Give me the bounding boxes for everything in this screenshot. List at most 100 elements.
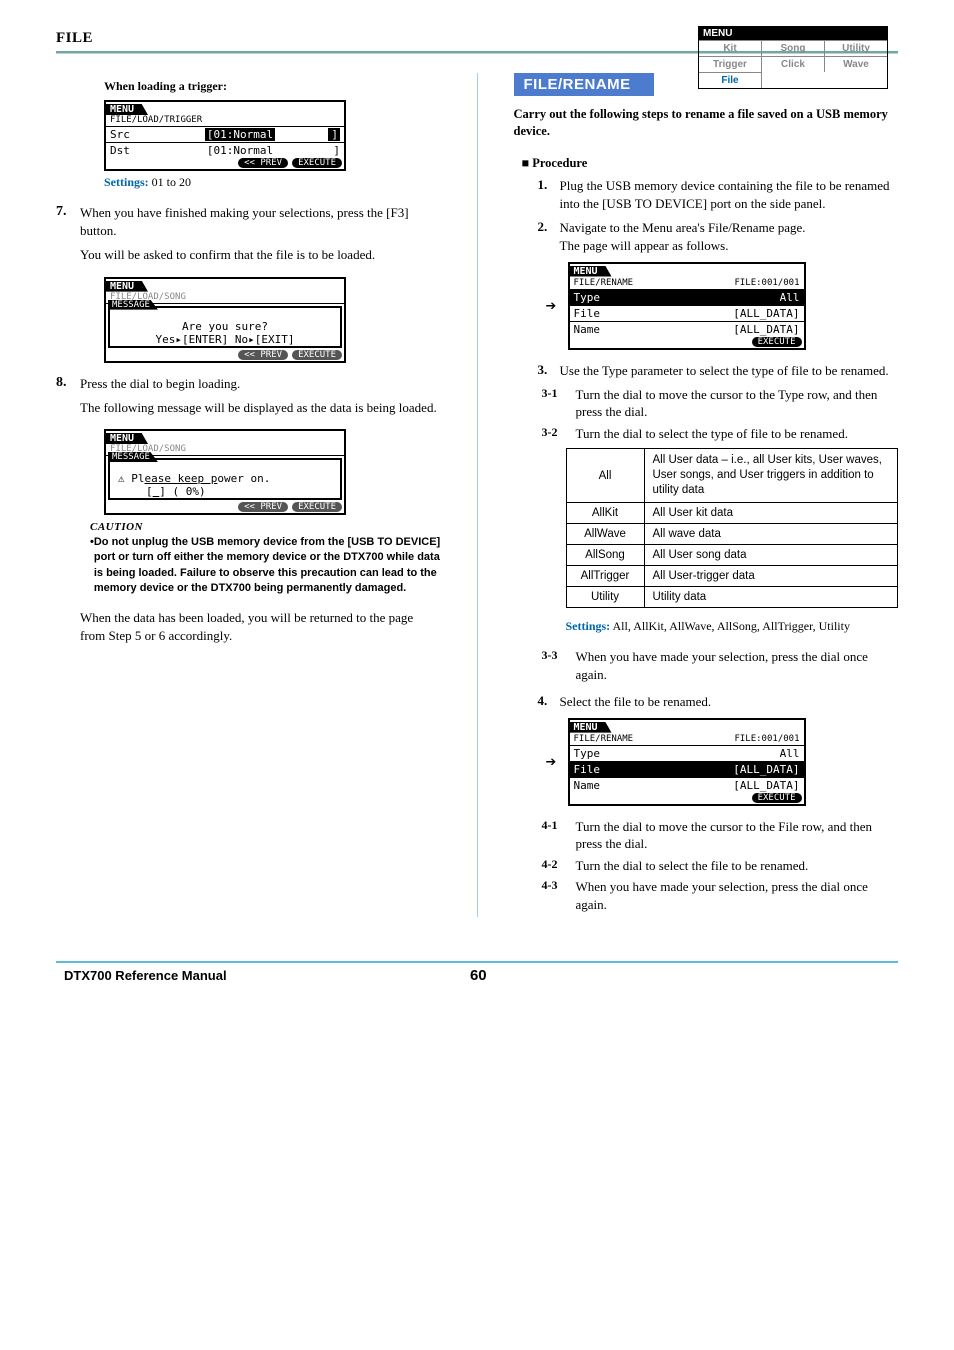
execute-button[interactable]: EXECUTE bbox=[292, 158, 342, 168]
execute-button[interactable]: EXECUTE bbox=[752, 793, 802, 803]
table-val: Utility data bbox=[644, 587, 898, 608]
nav-click[interactable]: Click bbox=[762, 56, 825, 72]
table-row: AllWaveAll wave data bbox=[566, 524, 898, 545]
step-4-num: 4. bbox=[538, 693, 560, 711]
step-4-3-num: 4-3 bbox=[542, 878, 576, 913]
table-key: Utility bbox=[566, 587, 644, 608]
prog-text-c: ower on. bbox=[217, 472, 270, 485]
prev-button[interactable]: << PREV bbox=[238, 502, 288, 512]
execute-button[interactable]: EXECUTE bbox=[292, 350, 342, 360]
step-3-3-num: 3-3 bbox=[542, 648, 576, 683]
nav-kit[interactable]: Kit bbox=[699, 40, 762, 56]
step-4-2-num: 4-2 bbox=[542, 857, 576, 875]
file-value: [ALL_DATA] bbox=[733, 307, 799, 320]
message-tab: MESSAGE bbox=[108, 300, 158, 310]
prev-button[interactable]: << PREV bbox=[238, 158, 288, 168]
step-3-2-num: 3-2 bbox=[542, 425, 576, 443]
step-8-text-a: Press the dial to begin loading. bbox=[80, 375, 441, 393]
prog-text-a: Pl bbox=[131, 472, 144, 485]
step-2-text-b: The page will appear as follows. bbox=[560, 237, 899, 255]
nav-utility[interactable]: Utility bbox=[825, 40, 887, 56]
name-value: [ALL_DATA] bbox=[733, 323, 799, 336]
step-8-text-b: The following message will be displayed … bbox=[80, 399, 441, 417]
step-4-3-text: When you have made your selection, press… bbox=[576, 878, 899, 913]
type-table: AllAll User data – i.e., all User kits, … bbox=[566, 448, 899, 608]
lcd-tab: MENU bbox=[570, 722, 612, 733]
step-7-text-b: You will be asked to confirm that the fi… bbox=[80, 246, 441, 264]
caution-heading: CAUTION bbox=[90, 521, 441, 533]
src-label: Src bbox=[110, 128, 152, 141]
name-label: Name bbox=[574, 323, 616, 336]
src-value: [01:Normal bbox=[205, 128, 275, 141]
table-key: All bbox=[566, 449, 644, 503]
step-3-1-text: Turn the dial to move the cursor to the … bbox=[576, 386, 899, 421]
name-value: [ALL_DATA] bbox=[733, 779, 799, 792]
lcd-tab: MENU bbox=[570, 266, 612, 277]
table-val: All wave data bbox=[644, 524, 898, 545]
lcd-rename-file: ➔ MENU FILE/RENAME FILE:001/001 Type All… bbox=[568, 718, 806, 806]
lcd-path-left: FILE/RENAME bbox=[574, 734, 735, 744]
settings-label: Settings: bbox=[104, 175, 149, 189]
file-label: File bbox=[574, 763, 616, 776]
table-key: AllTrigger bbox=[566, 566, 644, 587]
dst-value: [01:Normal bbox=[152, 144, 328, 157]
confirm-line2: Yes▸[ENTER] No▸[EXIT] bbox=[114, 333, 336, 346]
pointer-icon: ➔ bbox=[546, 751, 557, 772]
step-3-num: 3. bbox=[538, 362, 560, 380]
step-4-1-num: 4-1 bbox=[542, 818, 576, 853]
name-label: Name bbox=[574, 779, 616, 792]
type-value: All bbox=[780, 291, 800, 304]
step-3-1-num: 3-1 bbox=[542, 386, 576, 421]
table-row: AllAll User data – i.e., all User kits, … bbox=[566, 449, 898, 503]
nav-song[interactable]: Song bbox=[762, 40, 825, 56]
step-4-1-text: Turn the dial to move the cursor to the … bbox=[576, 818, 899, 853]
caution-body: Do not unplug the USB memory device from… bbox=[94, 535, 441, 597]
menu-nav-title: MENU bbox=[699, 27, 887, 40]
settings-value: 01 to 20 bbox=[152, 175, 191, 189]
step-8-num: 8. bbox=[56, 375, 80, 423]
lcd-path: FILE/LOAD/TRIGGER bbox=[106, 115, 344, 127]
column-divider bbox=[477, 73, 478, 917]
footer-page: 60 bbox=[470, 967, 487, 984]
prev-button[interactable]: << PREV bbox=[238, 350, 288, 360]
nav-wave[interactable]: Wave bbox=[825, 56, 887, 72]
lcd-confirm: MENU FILE/LOAD/SONG MESSAGE Are you sure… bbox=[104, 277, 346, 363]
nav-file[interactable]: File bbox=[699, 72, 762, 88]
message-tab: MESSAGE bbox=[108, 452, 158, 462]
step-3-3-text: When you have made your selection, press… bbox=[576, 648, 899, 683]
warning-icon: ⚠ bbox=[118, 472, 125, 485]
settings-value: All, AllKit, AllWave, AllSong, AllTrigge… bbox=[613, 619, 850, 633]
subhead-load-trigger: When loading a trigger: bbox=[104, 79, 441, 94]
prog-bar-a: [ bbox=[146, 485, 153, 498]
heading-file-rename: FILE/RENAME bbox=[514, 73, 654, 96]
lcd-path-right: FILE:001/001 bbox=[734, 734, 799, 744]
settings-block: Settings: All, AllKit, AllWave, AllSong,… bbox=[566, 618, 899, 634]
pointer-icon: ➔ bbox=[546, 295, 557, 316]
type-label: Type bbox=[574, 747, 616, 760]
step-4-text: Select the file to be renamed. bbox=[560, 693, 899, 711]
execute-button[interactable]: EXECUTE bbox=[292, 502, 342, 512]
prog-bar-c: ] ( 0%) bbox=[159, 485, 205, 498]
execute-button[interactable]: EXECUTE bbox=[752, 337, 802, 347]
step-4-2-text: Turn the dial to select the file to be r… bbox=[576, 857, 899, 875]
table-key: AllSong bbox=[566, 545, 644, 566]
confirm-line1: Are you sure? bbox=[114, 320, 336, 333]
table-val: All User data – i.e., all User kits, Use… bbox=[644, 449, 898, 503]
table-row: UtilityUtility data bbox=[566, 587, 898, 608]
lcd-progress: MENU FILE/LOAD/SONG MESSAGE ⚠ Please kee… bbox=[104, 429, 346, 515]
lcd-path-left: FILE/RENAME bbox=[574, 278, 735, 288]
table-key: AllWave bbox=[566, 524, 644, 545]
table-row: AllKitAll User kit data bbox=[566, 503, 898, 524]
prog-text-b: ease keep p bbox=[145, 472, 218, 485]
table-key: AllKit bbox=[566, 503, 644, 524]
lcd-path-right: FILE:001/001 bbox=[734, 278, 799, 288]
lcd-load-trigger: MENU FILE/LOAD/TRIGGER Src [01:Normal ] … bbox=[104, 100, 346, 171]
nav-trigger[interactable]: Trigger bbox=[699, 56, 762, 72]
step-2-num: 2. bbox=[538, 219, 560, 255]
settings-line-1: Settings: 01 to 20 bbox=[104, 175, 441, 190]
menu-nav-box: MENU Kit Song Utility Trigger Click Wave… bbox=[698, 26, 888, 89]
step-3-2-text: Turn the dial to select the type of file… bbox=[576, 425, 899, 443]
table-row: AllSongAll User song data bbox=[566, 545, 898, 566]
section-description: Carry out the following steps to rename … bbox=[514, 106, 899, 140]
type-value: All bbox=[780, 747, 800, 760]
